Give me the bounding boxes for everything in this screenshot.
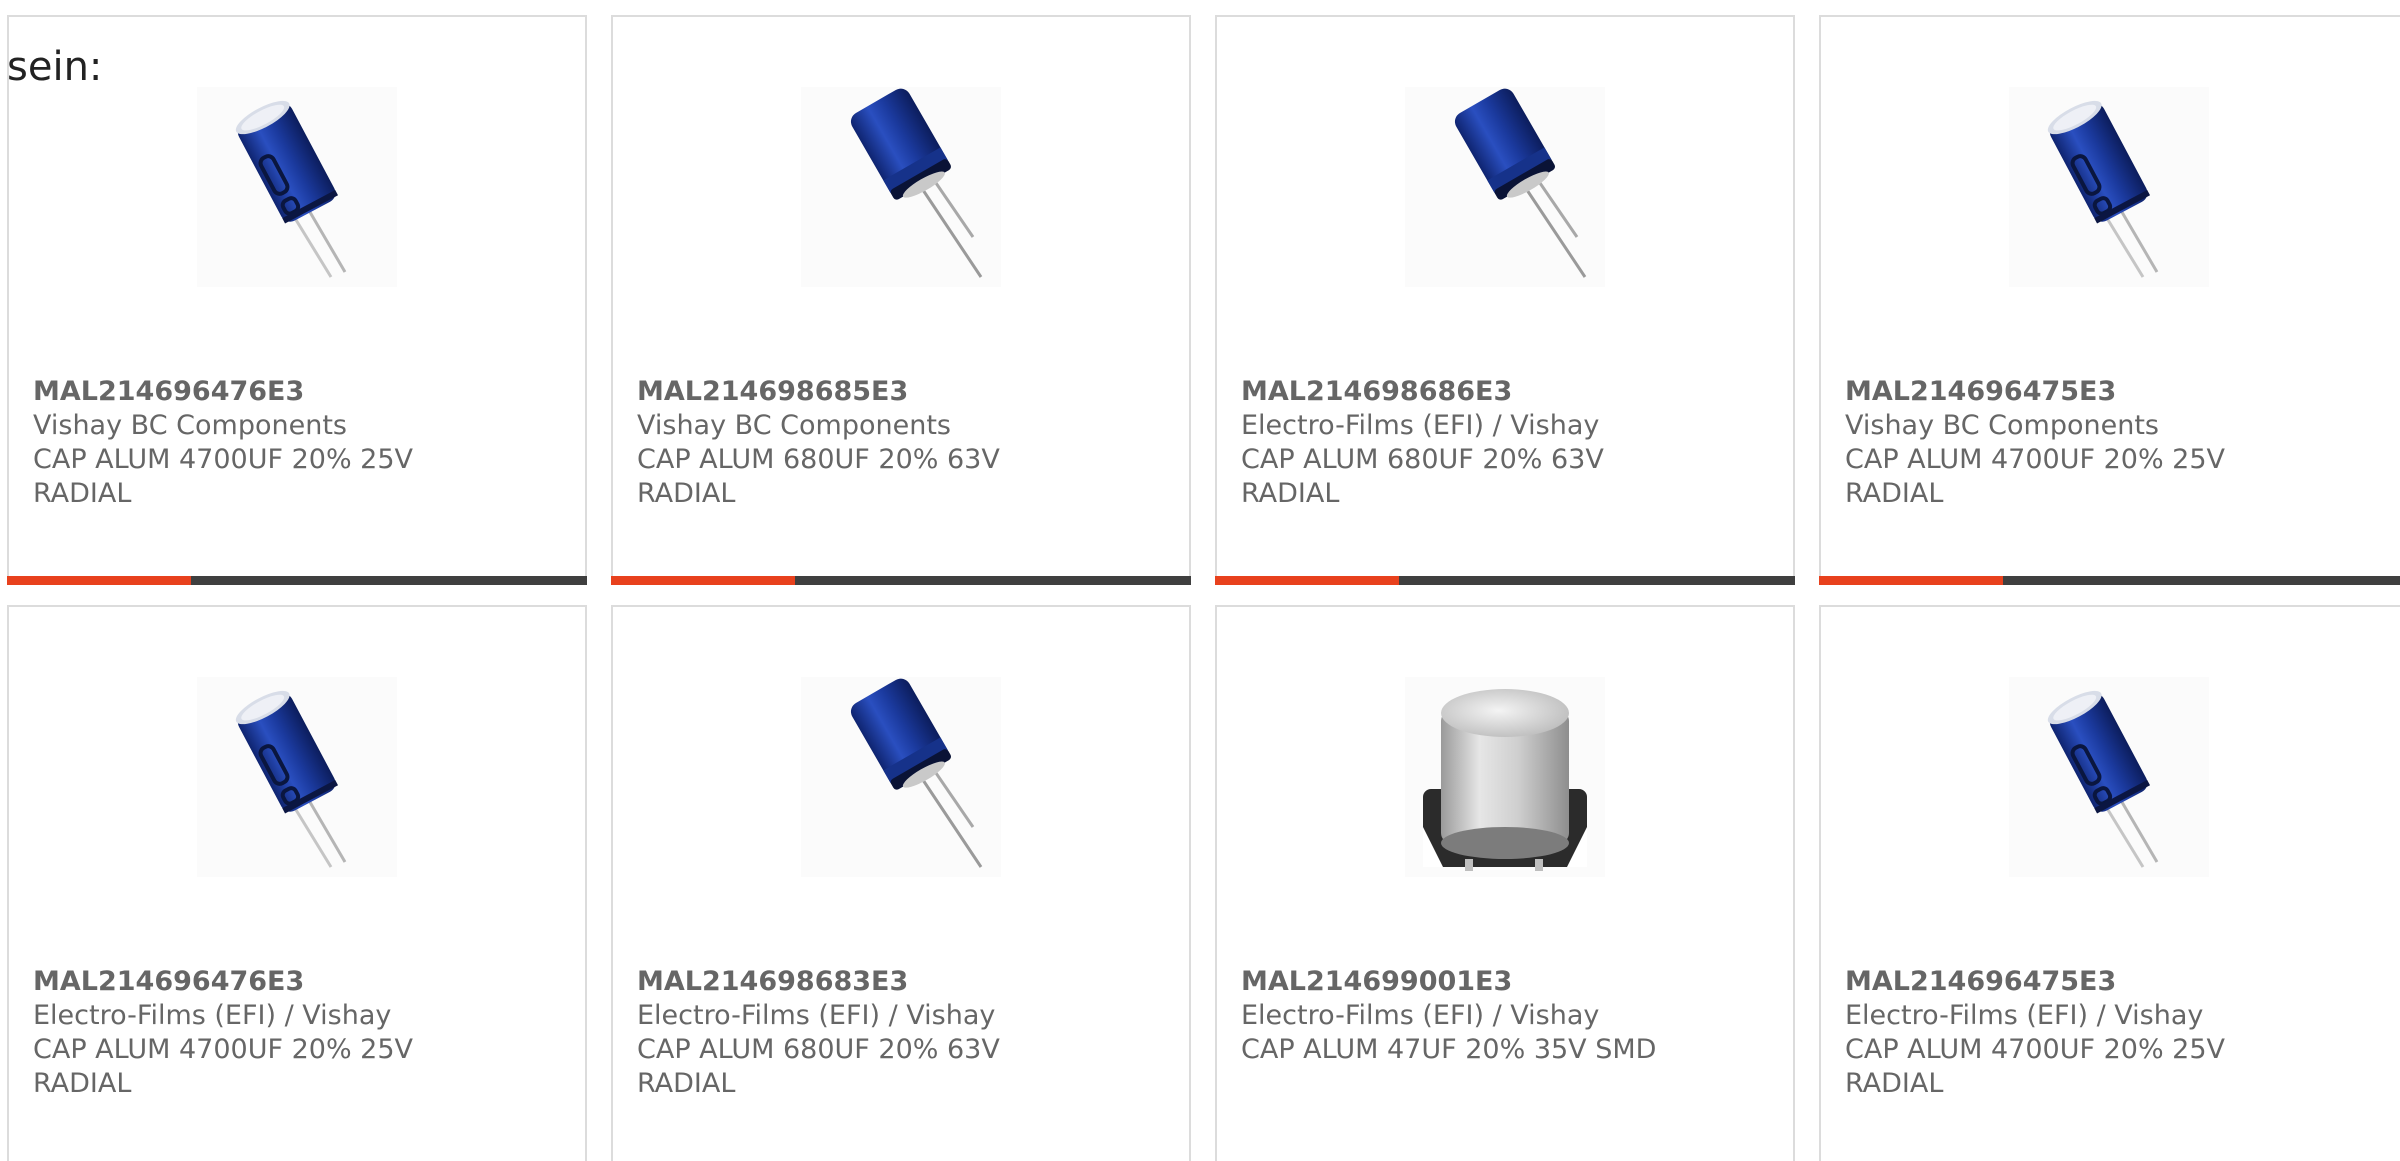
radial-capacitor-icon bbox=[235, 690, 347, 868]
description-line-2: RADIAL bbox=[1845, 478, 1944, 509]
part-number[interactable]: MAL214696476E3 bbox=[33, 375, 565, 409]
capacitor-product-image[interactable] bbox=[801, 677, 1001, 877]
description-line-1: CAP ALUM 680UF 20% 63V bbox=[637, 1034, 1000, 1065]
part-number[interactable]: MAL214698683E3 bbox=[637, 965, 1169, 999]
manufacturer: Vishay BC Components bbox=[33, 410, 347, 441]
manufacturer: Electro-Films (EFI) / Vishay bbox=[637, 1000, 996, 1031]
product-card-3[interactable]: MAL214698686E3 Electro-Films (EFI) / Vis… bbox=[1215, 15, 1795, 585]
part-number[interactable]: MAL214698685E3 bbox=[637, 375, 1169, 409]
capacitor-product-image[interactable] bbox=[2009, 677, 2209, 877]
radial-capacitor-icon bbox=[2047, 690, 2159, 868]
card-bottom-bar bbox=[611, 576, 1191, 585]
card-bottom-bar bbox=[1215, 576, 1795, 585]
radial-capacitor-icon bbox=[2047, 100, 2159, 278]
capacitor-product-image[interactable] bbox=[1405, 677, 1605, 877]
product-card-2[interactable]: MAL214698685E3 Vishay BC Components CAP … bbox=[611, 15, 1191, 585]
product-info: MAL214698686E3 Electro-Films (EFI) / Vis… bbox=[1241, 375, 1773, 511]
card-accent-bar bbox=[7, 576, 191, 585]
description-line-2: RADIAL bbox=[637, 1068, 736, 1099]
capacitor-product-image[interactable] bbox=[197, 677, 397, 877]
description-line-1: CAP ALUM 4700UF 20% 25V bbox=[1845, 1034, 2226, 1065]
radial-capacitor-icon bbox=[850, 88, 983, 278]
part-number[interactable]: MAL214696475E3 bbox=[1845, 375, 2387, 409]
product-info: MAL214698683E3 Electro-Films (EFI) / Vis… bbox=[637, 965, 1169, 1101]
radial-capacitor-icon bbox=[235, 100, 347, 278]
card-bottom-bar bbox=[1819, 576, 2400, 585]
description-line-2: RADIAL bbox=[637, 478, 736, 509]
product-info: MAL214698685E3 Vishay BC Components CAP … bbox=[637, 375, 1169, 511]
heading-fragment: sein: bbox=[7, 44, 103, 90]
description-line-1: CAP ALUM 47UF 20% 35V SMD bbox=[1241, 1034, 1657, 1065]
part-number[interactable]: MAL214696476E3 bbox=[33, 965, 565, 999]
product-info: MAL214696476E3 Vishay BC Components CAP … bbox=[33, 375, 565, 511]
product-card-7[interactable]: MAL214699001E3 Electro-Films (EFI) / Vis… bbox=[1215, 605, 1795, 1161]
product-card-5[interactable]: MAL214696476E3 Electro-Films (EFI) / Vis… bbox=[7, 605, 587, 1161]
manufacturer: Vishay BC Components bbox=[1845, 410, 2159, 441]
manufacturer: Electro-Films (EFI) / Vishay bbox=[1241, 1000, 1600, 1031]
description-line-2: RADIAL bbox=[33, 1068, 132, 1099]
capacitor-product-image[interactable] bbox=[2009, 87, 2209, 287]
product-grid-page: sein: MAL214696476E3 Vishay BC Component… bbox=[0, 0, 2400, 1161]
card-accent-bar bbox=[611, 576, 795, 585]
product-info: MAL214699001E3 Electro-Films (EFI) / Vis… bbox=[1241, 965, 1773, 1067]
product-info: MAL214696475E3 Electro-Films (EFI) / Vis… bbox=[1845, 965, 2387, 1101]
manufacturer: Electro-Films (EFI) / Vishay bbox=[33, 1000, 392, 1031]
card-accent-bar bbox=[1215, 576, 1399, 585]
manufacturer: Electro-Films (EFI) / Vishay bbox=[1845, 1000, 2204, 1031]
product-card-1[interactable]: MAL214696476E3 Vishay BC Components CAP … bbox=[7, 15, 587, 585]
description-line-2: RADIAL bbox=[33, 478, 132, 509]
smd-capacitor-icon bbox=[1423, 689, 1587, 871]
capacitor-product-image[interactable] bbox=[197, 87, 397, 287]
description-line-1: CAP ALUM 680UF 20% 63V bbox=[1241, 444, 1604, 475]
card-bottom-bar bbox=[7, 576, 587, 585]
description-line-2: RADIAL bbox=[1845, 1068, 1944, 1099]
capacitor-product-image[interactable] bbox=[1405, 87, 1605, 287]
product-info: MAL214696475E3 Vishay BC Components CAP … bbox=[1845, 375, 2387, 511]
description-line-1: CAP ALUM 4700UF 20% 25V bbox=[33, 1034, 414, 1065]
manufacturer: Electro-Films (EFI) / Vishay bbox=[1241, 410, 1600, 441]
capacitor-product-image[interactable] bbox=[801, 87, 1001, 287]
card-accent-bar bbox=[1819, 576, 2003, 585]
product-info: MAL214696476E3 Electro-Films (EFI) / Vis… bbox=[33, 965, 565, 1101]
description-line-1: CAP ALUM 680UF 20% 63V bbox=[637, 444, 1000, 475]
part-number[interactable]: MAL214698686E3 bbox=[1241, 375, 1773, 409]
product-card-4[interactable]: MAL214696475E3 Vishay BC Components CAP … bbox=[1819, 15, 2400, 585]
part-number[interactable]: MAL214699001E3 bbox=[1241, 965, 1773, 999]
product-card-8[interactable]: MAL214696475E3 Electro-Films (EFI) / Vis… bbox=[1819, 605, 2400, 1161]
description-line-1: CAP ALUM 4700UF 20% 25V bbox=[1845, 444, 2226, 475]
radial-capacitor-icon bbox=[850, 678, 983, 868]
radial-capacitor-icon bbox=[1454, 88, 1587, 278]
manufacturer: Vishay BC Components bbox=[637, 410, 951, 441]
description-line-2: RADIAL bbox=[1241, 478, 1340, 509]
part-number[interactable]: MAL214696475E3 bbox=[1845, 965, 2387, 999]
product-card-6[interactable]: MAL214698683E3 Electro-Films (EFI) / Vis… bbox=[611, 605, 1191, 1161]
description-line-1: CAP ALUM 4700UF 20% 25V bbox=[33, 444, 414, 475]
